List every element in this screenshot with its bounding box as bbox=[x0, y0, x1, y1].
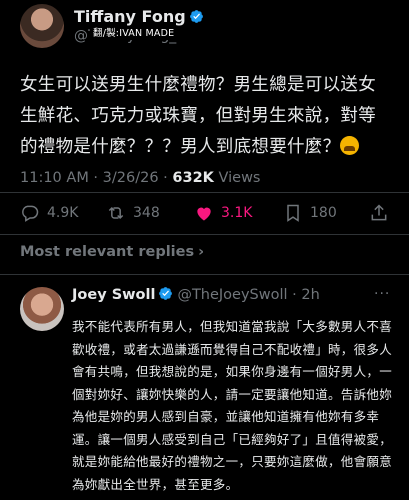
replies-sort-label: Most relevant replies bbox=[20, 244, 195, 260]
reply-text: 我不能代表所有男人，但我知道當我說「大多數男人不喜歡收禮，或者太過謙遜而覺得自己… bbox=[72, 319, 393, 492]
action-bar: 4.9K 348 3.1K 180 bbox=[0, 197, 409, 229]
verified-badge-icon bbox=[159, 287, 173, 300]
more-options-icon[interactable]: ··· bbox=[374, 286, 390, 302]
divider bbox=[0, 234, 409, 235]
verified-badge-icon bbox=[189, 10, 203, 23]
repost-button[interactable]: 348 bbox=[106, 197, 160, 229]
credit-watermark: 翻/製:IVAN MADE bbox=[90, 28, 178, 40]
post-timestamp[interactable]: 11:10 AM · 3/26/26 · bbox=[20, 170, 172, 186]
avatar[interactable] bbox=[20, 4, 64, 48]
like-count: 3.1K bbox=[221, 205, 253, 221]
reply-author-name[interactable]: Joey Swoll bbox=[72, 287, 155, 303]
heart-icon bbox=[197, 207, 211, 221]
bookmark-icon bbox=[287, 204, 299, 222]
reply-author-handle[interactable]: @TheJoeySwoll bbox=[177, 287, 287, 303]
reply-header: Joey Swoll @TheJoeySwoll · 2h bbox=[72, 286, 320, 303]
post-meta: 11:10 AM · 3/26/26 · 632K Views bbox=[20, 170, 260, 186]
post-text-content: 女生可以送男生什麼禮物？男生總是可以送女生鮮花、巧克力或珠寶，但對男生來說，對等… bbox=[20, 75, 376, 157]
weary-face-emoji-icon bbox=[340, 136, 360, 155]
share-icon bbox=[371, 204, 387, 221]
share-button[interactable] bbox=[369, 197, 396, 229]
bookmark-button[interactable]: 180 bbox=[283, 197, 337, 229]
author-name-row[interactable]: Tiffany Fong bbox=[74, 7, 204, 26]
reply-button[interactable]: 4.9K bbox=[20, 197, 78, 229]
reply-icon bbox=[22, 205, 39, 222]
post-text: 女生可以送男生什麼禮物？男生總是可以送女生鮮花、巧克力或珠寶，但對男生來說，對等… bbox=[20, 70, 392, 163]
repost-icon bbox=[108, 206, 124, 220]
views-count: 632K bbox=[172, 170, 214, 186]
divider bbox=[0, 274, 409, 275]
like-button[interactable]: 3.1K bbox=[194, 197, 252, 229]
reply-time[interactable]: · 2h bbox=[288, 287, 320, 303]
repost-count: 348 bbox=[133, 205, 160, 221]
replies-sort-dropdown[interactable]: Most relevant replies › bbox=[20, 244, 204, 260]
bookmark-count: 180 bbox=[310, 205, 337, 221]
reply-avatar[interactable] bbox=[20, 287, 64, 331]
reply-count: 4.9K bbox=[47, 205, 79, 221]
post-header: Tiffany Fong @TiffanyFong_ 翻/製:IVAN MADE bbox=[20, 4, 400, 54]
views-label: Views bbox=[213, 170, 261, 186]
author-name[interactable]: Tiffany Fong bbox=[74, 7, 186, 26]
chevron-right-icon: › bbox=[198, 244, 205, 260]
divider bbox=[0, 192, 409, 193]
